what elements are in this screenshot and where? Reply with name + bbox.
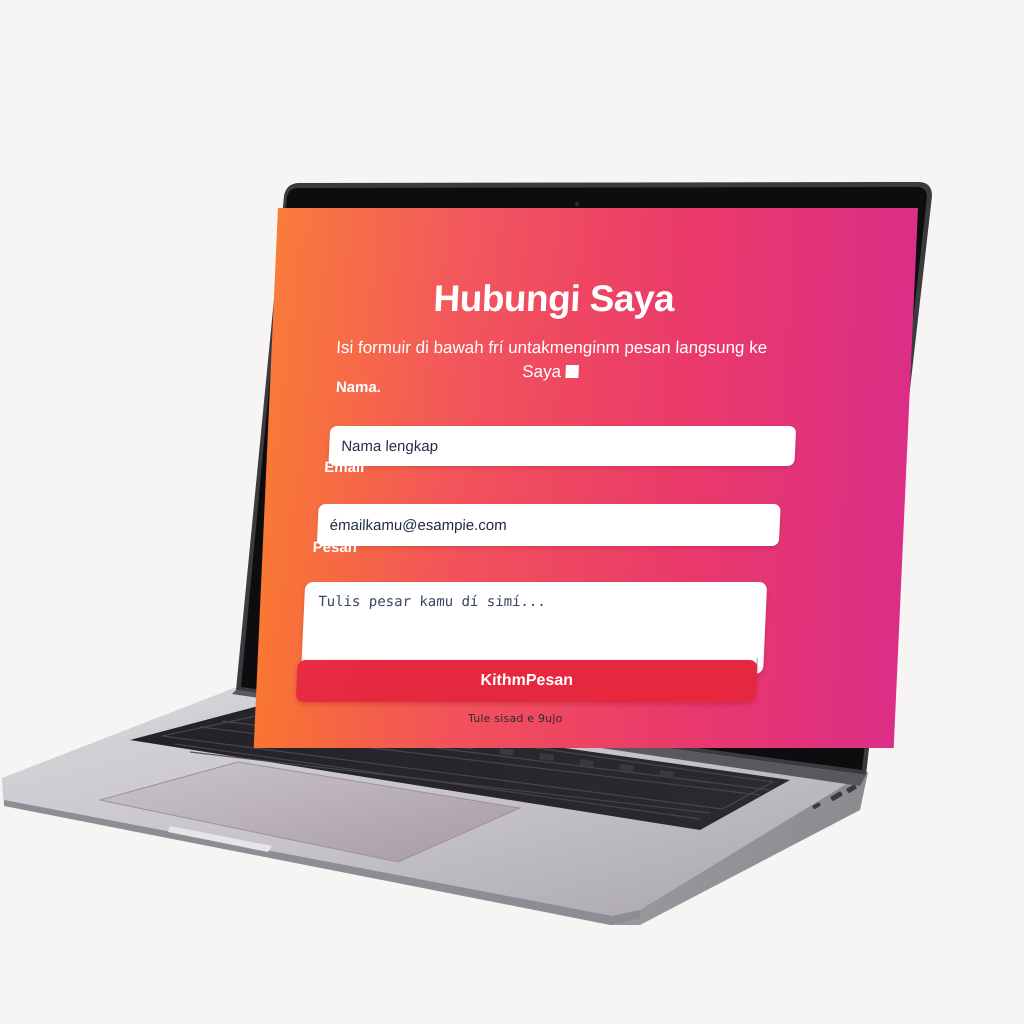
square-icon xyxy=(565,365,580,378)
message-label: Pesan xyxy=(312,539,358,556)
email-field[interactable] xyxy=(316,504,781,546)
screen: Hubungi Saya Isi formuir di bawah frí un… xyxy=(253,208,918,748)
email-label: Email xyxy=(323,459,365,476)
camera-icon xyxy=(575,202,579,206)
page-subtitle-text: Isi formuir di bawah frí untakmenginm pe… xyxy=(335,338,768,381)
page-subtitle: Isi formuir di bawah frí untakmenginm pe… xyxy=(330,336,772,384)
name-label: Nama. xyxy=(335,379,382,396)
hinge-label: Tule sisad e 9ujo xyxy=(468,712,563,725)
scene: Hubungi Saya Isi formuir di bawah frí un… xyxy=(0,0,1024,1024)
page-title: Hubungi Saya xyxy=(432,278,676,319)
name-field[interactable] xyxy=(328,426,797,466)
submit-button[interactable]: KithmPesan xyxy=(295,660,758,702)
